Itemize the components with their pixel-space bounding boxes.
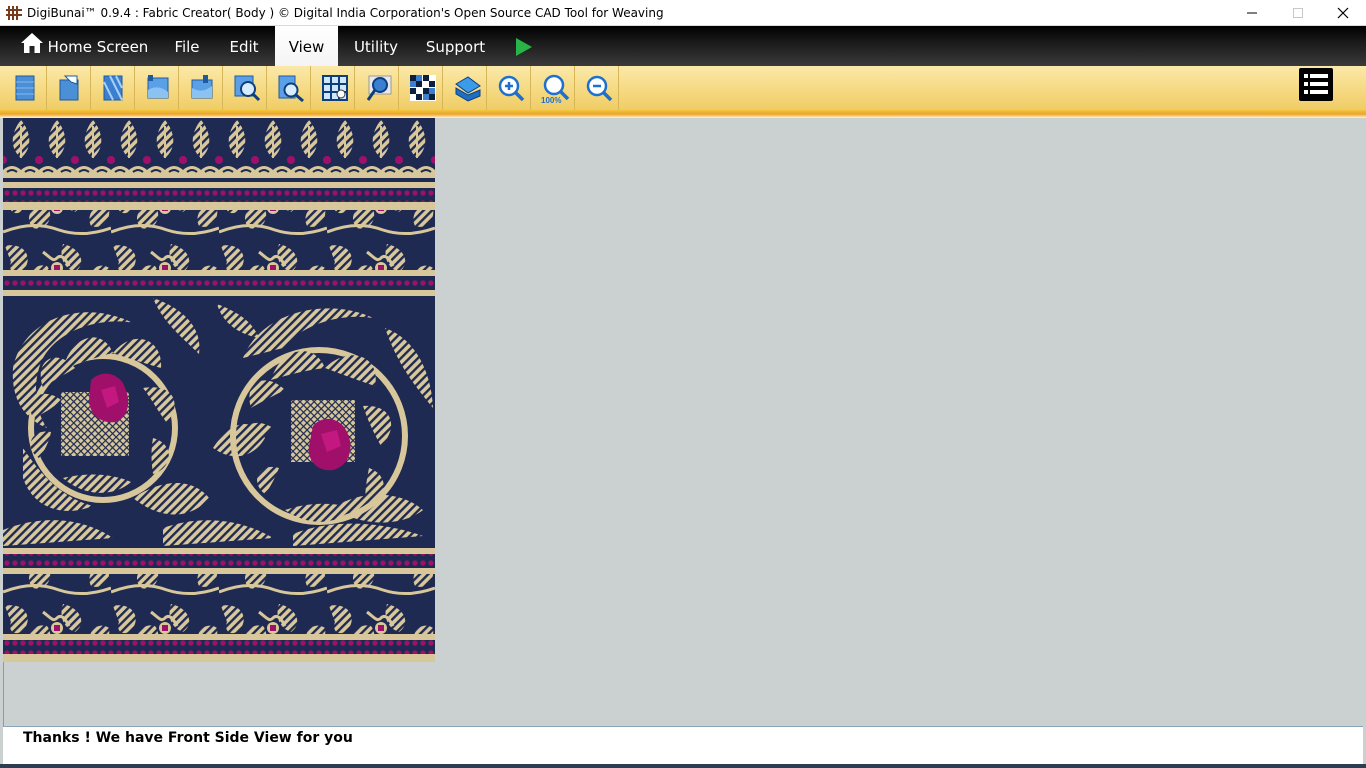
fabric-3d-icon	[455, 76, 481, 102]
minimize-icon	[1247, 12, 1257, 14]
list-menu-button[interactable]	[1299, 68, 1333, 101]
menu-bar: Home Screen File Edit View Utility Suppo…	[0, 26, 1366, 66]
fabric-preview[interactable]	[3, 118, 435, 662]
menu-utility[interactable]: Utility	[347, 26, 405, 66]
view-toolbar: 100%	[0, 66, 1366, 110]
grid-view-icon	[234, 75, 261, 102]
tiled-view-button[interactable]	[311, 66, 355, 110]
crossection-front-icon	[147, 75, 169, 99]
grid-view-button[interactable]	[223, 66, 267, 110]
visualization-view-icon	[103, 75, 123, 101]
list-menu-icon	[1304, 74, 1328, 94]
status-panel: Thanks ! We have Front Side View for you	[3, 726, 1363, 764]
zoom-out-icon	[586, 75, 613, 102]
crossection-rear-icon	[191, 75, 213, 99]
graph-view-button[interactable]	[267, 66, 311, 110]
menu-file[interactable]: File	[165, 26, 209, 66]
visualization-view-button[interactable]	[91, 66, 135, 110]
menu-edit[interactable]: Edit	[222, 26, 266, 66]
rear-side-view-icon	[59, 75, 79, 101]
zoom-out-button[interactable]	[575, 66, 619, 110]
close-button[interactable]	[1320, 0, 1366, 26]
menu-view[interactable]: View	[275, 26, 338, 66]
menu-support[interactable]: Support	[418, 26, 493, 66]
front-side-view-button[interactable]	[3, 66, 47, 110]
simulation-view-button[interactable]	[355, 66, 399, 110]
zoom-normal-button[interactable]: 100%	[531, 66, 575, 110]
toolbar-divider	[0, 110, 1366, 118]
taskbar-edge	[0, 764, 1366, 768]
weave-pattern-button[interactable]	[399, 66, 443, 110]
zoom-in-icon	[498, 75, 525, 102]
home-icon[interactable]	[20, 32, 44, 54]
graph-view-icon	[278, 75, 304, 102]
digibunai-logo-icon	[6, 6, 22, 20]
simulation-view-icon	[366, 75, 392, 101]
front-side-view-icon	[15, 75, 35, 101]
window-title-bar: DigiBunai™ 0.9.4 : Fabric Creator( Body …	[0, 0, 1366, 26]
zoom-normal-label: 100%	[541, 96, 561, 104]
crossection-rear-button[interactable]	[179, 66, 223, 110]
tiled-view-icon	[322, 75, 348, 101]
maximize-icon	[1293, 8, 1303, 18]
weave-pattern-icon	[410, 75, 436, 101]
status-message: Thanks ! We have Front Side View for you	[23, 730, 353, 746]
minimize-button[interactable]	[1229, 0, 1275, 26]
zoom-normal-icon: 100%	[541, 74, 570, 104]
play-icon[interactable]	[515, 37, 533, 57]
zoom-in-button[interactable]	[487, 66, 531, 110]
maximize-button[interactable]	[1275, 0, 1321, 26]
menu-home-screen[interactable]: Home Screen	[46, 26, 150, 66]
window-title: DigiBunai™ 0.9.4 : Fabric Creator( Body …	[27, 6, 664, 20]
fabric-3d-button[interactable]	[443, 66, 487, 110]
rear-side-view-button[interactable]	[47, 66, 91, 110]
crossection-front-button[interactable]	[135, 66, 179, 110]
close-icon	[1337, 7, 1349, 19]
